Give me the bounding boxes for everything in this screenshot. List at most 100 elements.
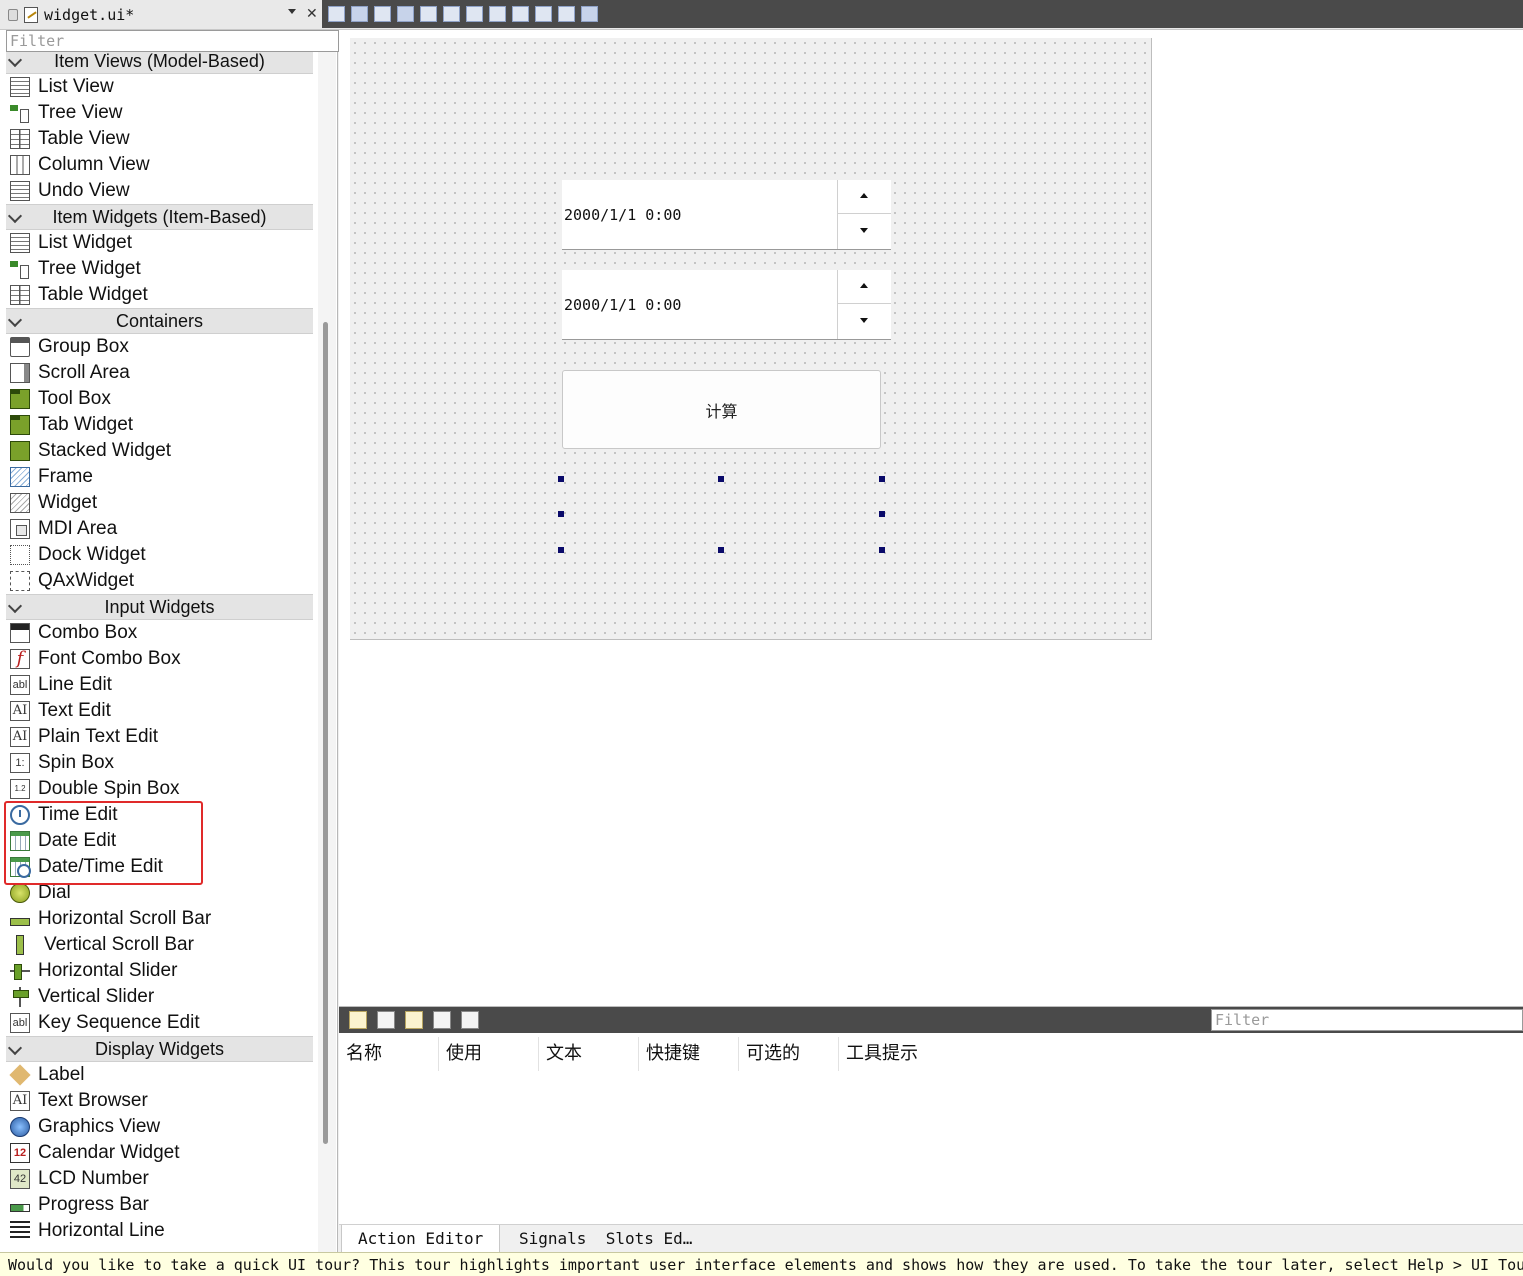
break-layout-icon[interactable] [558, 6, 575, 22]
widget-item-tool-box[interactable]: Tool Box [6, 386, 313, 412]
selection-handle[interactable] [718, 547, 724, 553]
widget-item-table-view[interactable]: Table View [6, 126, 313, 152]
copy-action-icon[interactable] [377, 1011, 395, 1029]
edit-widgets-icon[interactable] [328, 6, 345, 22]
widget-item-tree-widget[interactable]: Tree Widget [6, 256, 313, 282]
column-header[interactable]: 快捷键 [639, 1037, 739, 1071]
widget-item-double-spin-box[interactable]: Double Spin Box [6, 776, 313, 802]
delete-action-icon[interactable] [433, 1011, 451, 1029]
open-file-selector[interactable]: widget.ui* [8, 4, 134, 26]
datetime-edit-1[interactable]: 2000/1/1 0:00 [562, 180, 891, 250]
stacked-widget-icon [7, 438, 30, 461]
widget-item-horizontal-slider[interactable]: Horizontal Slider [6, 958, 313, 984]
close-file-button[interactable]: ✕ [306, 5, 318, 23]
layout-grid-icon[interactable] [535, 6, 552, 22]
ui-tour-message[interactable]: Would you like to take a quick UI tour? … [0, 1252, 1523, 1276]
widget-item-spin-box[interactable]: Spin Box [6, 750, 313, 776]
lock-icon [8, 9, 18, 21]
column-header[interactable]: 可选的 [739, 1037, 839, 1071]
layout-form-icon[interactable] [512, 6, 529, 22]
tab-signals-slots-editor[interactable]: Signals Slots Ed… [519, 1225, 692, 1253]
paste-action-icon[interactable] [405, 1011, 423, 1029]
widget-item-key-sequence-edit[interactable]: Key Sequence Edit [6, 1010, 313, 1036]
widget-item-text-browser[interactable]: Text Browser [6, 1088, 313, 1114]
category-header-containers[interactable]: Containers [6, 308, 313, 334]
column-header[interactable]: 使用 [439, 1037, 539, 1071]
edit-buddies-icon[interactable] [374, 6, 391, 22]
spin-down-button[interactable] [838, 214, 891, 248]
spin-up-button[interactable] [838, 180, 891, 214]
new-action-icon[interactable] [349, 1011, 367, 1029]
widget-item-label: List View [38, 76, 114, 97]
edit-signals-slots-icon[interactable] [351, 6, 368, 22]
calculate-button[interactable]: 计算 [562, 370, 881, 449]
widget-item-tab-widget[interactable]: Tab Widget [6, 412, 313, 438]
widget-filter-input[interactable]: Filter [6, 30, 339, 52]
tab-action-editor[interactable]: Action Editor [341, 1225, 501, 1253]
column-header[interactable]: 文本 [539, 1037, 639, 1071]
widget-item-widget[interactable]: Widget [6, 490, 313, 516]
selection-handle[interactable] [879, 547, 885, 553]
widget-item-horizontal-line[interactable]: Horizontal Line [6, 1218, 313, 1244]
widget-item-date-edit[interactable]: Date Edit [6, 828, 313, 854]
widget-item-qaxwidget[interactable]: QAxWidget [6, 568, 313, 594]
widget-item-label: Combo Box [38, 622, 138, 643]
edit-tab-order-icon[interactable] [397, 6, 414, 22]
layout-horizontal-splitter-icon[interactable] [466, 6, 483, 22]
spin-up-button[interactable] [838, 270, 891, 304]
widget-item-time-edit[interactable]: Time Edit [6, 802, 313, 828]
widget-item-font-combo-box[interactable]: Font Combo Box [6, 646, 313, 672]
widget-item-plain-text-edit[interactable]: Plain Text Edit [6, 724, 313, 750]
adjust-size-icon[interactable] [581, 6, 598, 22]
layout-vertical-icon[interactable] [443, 6, 460, 22]
selection-handle[interactable] [558, 511, 564, 517]
widget-item-calendar-widget[interactable]: Calendar Widget [6, 1140, 313, 1166]
widget-item-dock-widget[interactable]: Dock Widget [6, 542, 313, 568]
widget-item-mdi-area[interactable]: MDI Area [6, 516, 313, 542]
selection-handle[interactable] [879, 476, 885, 482]
column-header[interactable]: 名称 [339, 1037, 439, 1071]
selection-handle[interactable] [558, 547, 564, 553]
configure-icon[interactable] [461, 1011, 479, 1029]
widget-item-label: Spin Box [38, 752, 115, 773]
action-filter-input[interactable]: Filter [1211, 1009, 1523, 1031]
widget-item-label[interactable]: Label [6, 1062, 313, 1088]
layout-horizontal-icon[interactable] [420, 6, 437, 22]
widget-item-list-widget[interactable]: List Widget [6, 230, 313, 256]
widget-item-undo-view[interactable]: Undo View [6, 178, 313, 204]
category-header-display-widgets[interactable]: Display Widgets [6, 1036, 313, 1062]
widget-item-list-view[interactable]: List View [6, 74, 313, 100]
widget-item-lcd-number[interactable]: LCD Number [6, 1166, 313, 1192]
selection-handle[interactable] [558, 476, 564, 482]
widget-item-progress-bar[interactable]: Progress Bar [6, 1192, 313, 1218]
widget-item-horizontal-scroll-bar[interactable]: Horizontal Scroll Bar [6, 906, 313, 932]
widget-item-frame[interactable]: Frame [6, 464, 313, 490]
widget-item-dial[interactable]: Dial [6, 880, 313, 906]
chevron-down-icon[interactable] [288, 9, 296, 14]
scrollbar-thumb[interactable] [323, 322, 328, 1144]
widget-item-tree-view[interactable]: Tree View [6, 100, 313, 126]
tree-view-icon [10, 103, 30, 123]
column-header[interactable]: 工具提示 [839, 1037, 959, 1071]
selection-handle[interactable] [718, 476, 724, 482]
widget-item-scroll-area[interactable]: Scroll Area [6, 360, 313, 386]
text-edit-icon [10, 701, 30, 721]
widget-item-column-view[interactable]: Column View [6, 152, 313, 178]
widget-item-graphics-view[interactable]: Graphics View [6, 1114, 313, 1140]
datetime-edit-2[interactable]: 2000/1/1 0:00 [562, 270, 891, 340]
widget-item-vertical-scroll-bar[interactable]: Vertical Scroll Bar [6, 932, 313, 958]
category-header-input-widgets[interactable]: Input Widgets [6, 594, 313, 620]
widget-item-table-widget[interactable]: Table Widget [6, 282, 313, 308]
layout-vertical-splitter-icon[interactable] [489, 6, 506, 22]
selection-handle[interactable] [879, 511, 885, 517]
widget-item-combo-box[interactable]: Combo Box [6, 620, 313, 646]
spin-down-button[interactable] [838, 304, 891, 338]
category-header-item-widgets-item-based[interactable]: Item Widgets (Item-Based) [6, 204, 313, 230]
widget-item-date-time-edit[interactable]: Date/Time Edit [6, 854, 313, 880]
widget-item-vertical-slider[interactable]: Vertical Slider [6, 984, 313, 1010]
widget-item-text-edit[interactable]: Text Edit [6, 698, 313, 724]
widget-item-group-box[interactable]: Group Box [6, 334, 313, 360]
widget-item-stacked-widget[interactable]: Stacked Widget [6, 438, 313, 464]
datetime-value: 2000/1/1 0:00 [564, 206, 682, 224]
widget-item-line-edit[interactable]: Line Edit [6, 672, 313, 698]
